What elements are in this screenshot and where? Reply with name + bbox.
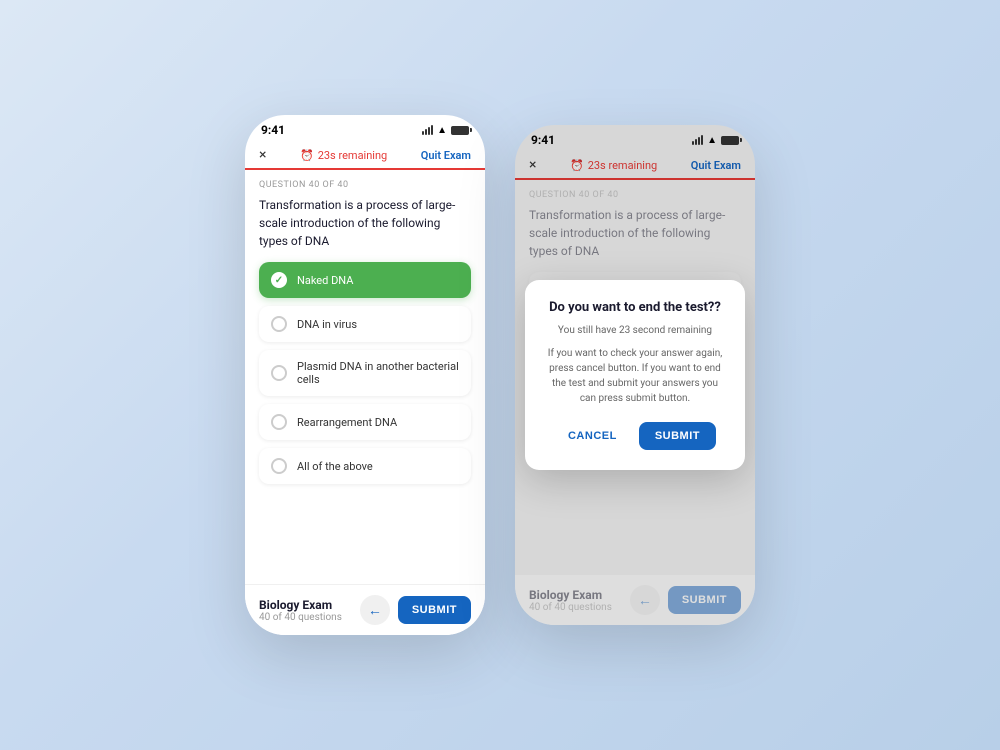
option-label-0: Naked DNA <box>297 274 353 287</box>
status-bar-left: 9:41 ▲ <box>245 115 485 141</box>
option-3[interactable]: Rearrangement DNA <box>259 404 471 440</box>
cancel-button[interactable]: CANCEL <box>554 422 631 450</box>
wifi-icon: ▲ <box>437 125 447 136</box>
option-2[interactable]: Plasmid DNA in another bacterial cells <box>259 350 471 396</box>
option-1[interactable]: DNA in virus <box>259 306 471 342</box>
modal-buttons: CANCEL SUBMIT <box>545 422 725 450</box>
question-number-left: QUESTION 40 OF 40 <box>259 180 471 190</box>
submit-button-left[interactable]: SUBMIT <box>398 596 471 624</box>
radio-2 <box>271 365 287 381</box>
signal-icon <box>422 125 433 135</box>
radio-3 <box>271 414 287 430</box>
close-button-left[interactable]: × <box>259 147 266 163</box>
options-list-left: Naked DNA DNA in virus Plasmid DNA in an… <box>259 262 471 484</box>
status-icons-left: ▲ <box>422 125 469 136</box>
modal-title: Do you want to end the test?? <box>545 300 725 317</box>
option-4[interactable]: All of the above <box>259 448 471 484</box>
option-label-3: Rearrangement DNA <box>297 416 397 429</box>
radio-1 <box>271 316 287 332</box>
modal-submit-button[interactable]: SUBMIT <box>639 422 716 450</box>
bottom-bar-left: Biology Exam 40 of 40 questions ← SUBMIT <box>245 584 485 635</box>
battery-icon <box>451 126 469 135</box>
quit-button-left[interactable]: Quit Exam <box>421 149 471 162</box>
modal-body: If you want to check your answer again, … <box>545 346 725 406</box>
question-text-left: Transformation is a process of large-sca… <box>259 196 471 250</box>
modal-dialog: Do you want to end the test?? You still … <box>525 280 745 470</box>
time-left: 9:41 <box>261 123 285 137</box>
radio-4 <box>271 458 287 474</box>
modal-overlay: Do you want to end the test?? You still … <box>515 125 755 625</box>
exam-progress-left: 40 of 40 questions <box>259 612 342 623</box>
nav-bar-left: × ⏰ 23s remaining Quit Exam <box>245 141 485 170</box>
option-label-4: All of the above <box>297 460 373 473</box>
timer-left: ⏰ 23s remaining <box>300 149 387 162</box>
option-label-1: DNA in virus <box>297 318 357 331</box>
phones-container: 9:41 ▲ × ⏰ 23s remaining Quit Exam <box>245 115 755 635</box>
phone-left: 9:41 ▲ × ⏰ 23s remaining Quit Exam <box>245 115 485 635</box>
radio-0 <box>271 272 287 288</box>
phone-right: 9:41 ▲ × ⏰ 23s remaining Quit Exam <box>515 125 755 625</box>
timer-label-left: 23s remaining <box>318 149 388 162</box>
content-left: QUESTION 40 OF 40 Transformation is a pr… <box>245 170 485 494</box>
timer-icon-left: ⏰ <box>300 149 314 162</box>
back-button-left[interactable]: ← <box>360 595 390 625</box>
option-label-2: Plasmid DNA in another bacterial cells <box>297 360 459 386</box>
exam-info-left: Biology Exam 40 of 40 questions <box>259 598 342 623</box>
bottom-nav-left: ← SUBMIT <box>360 595 471 625</box>
exam-title-left: Biology Exam <box>259 598 342 612</box>
option-0[interactable]: Naked DNA <box>259 262 471 298</box>
modal-subtitle: You still have 23 second remaining <box>545 325 725 336</box>
